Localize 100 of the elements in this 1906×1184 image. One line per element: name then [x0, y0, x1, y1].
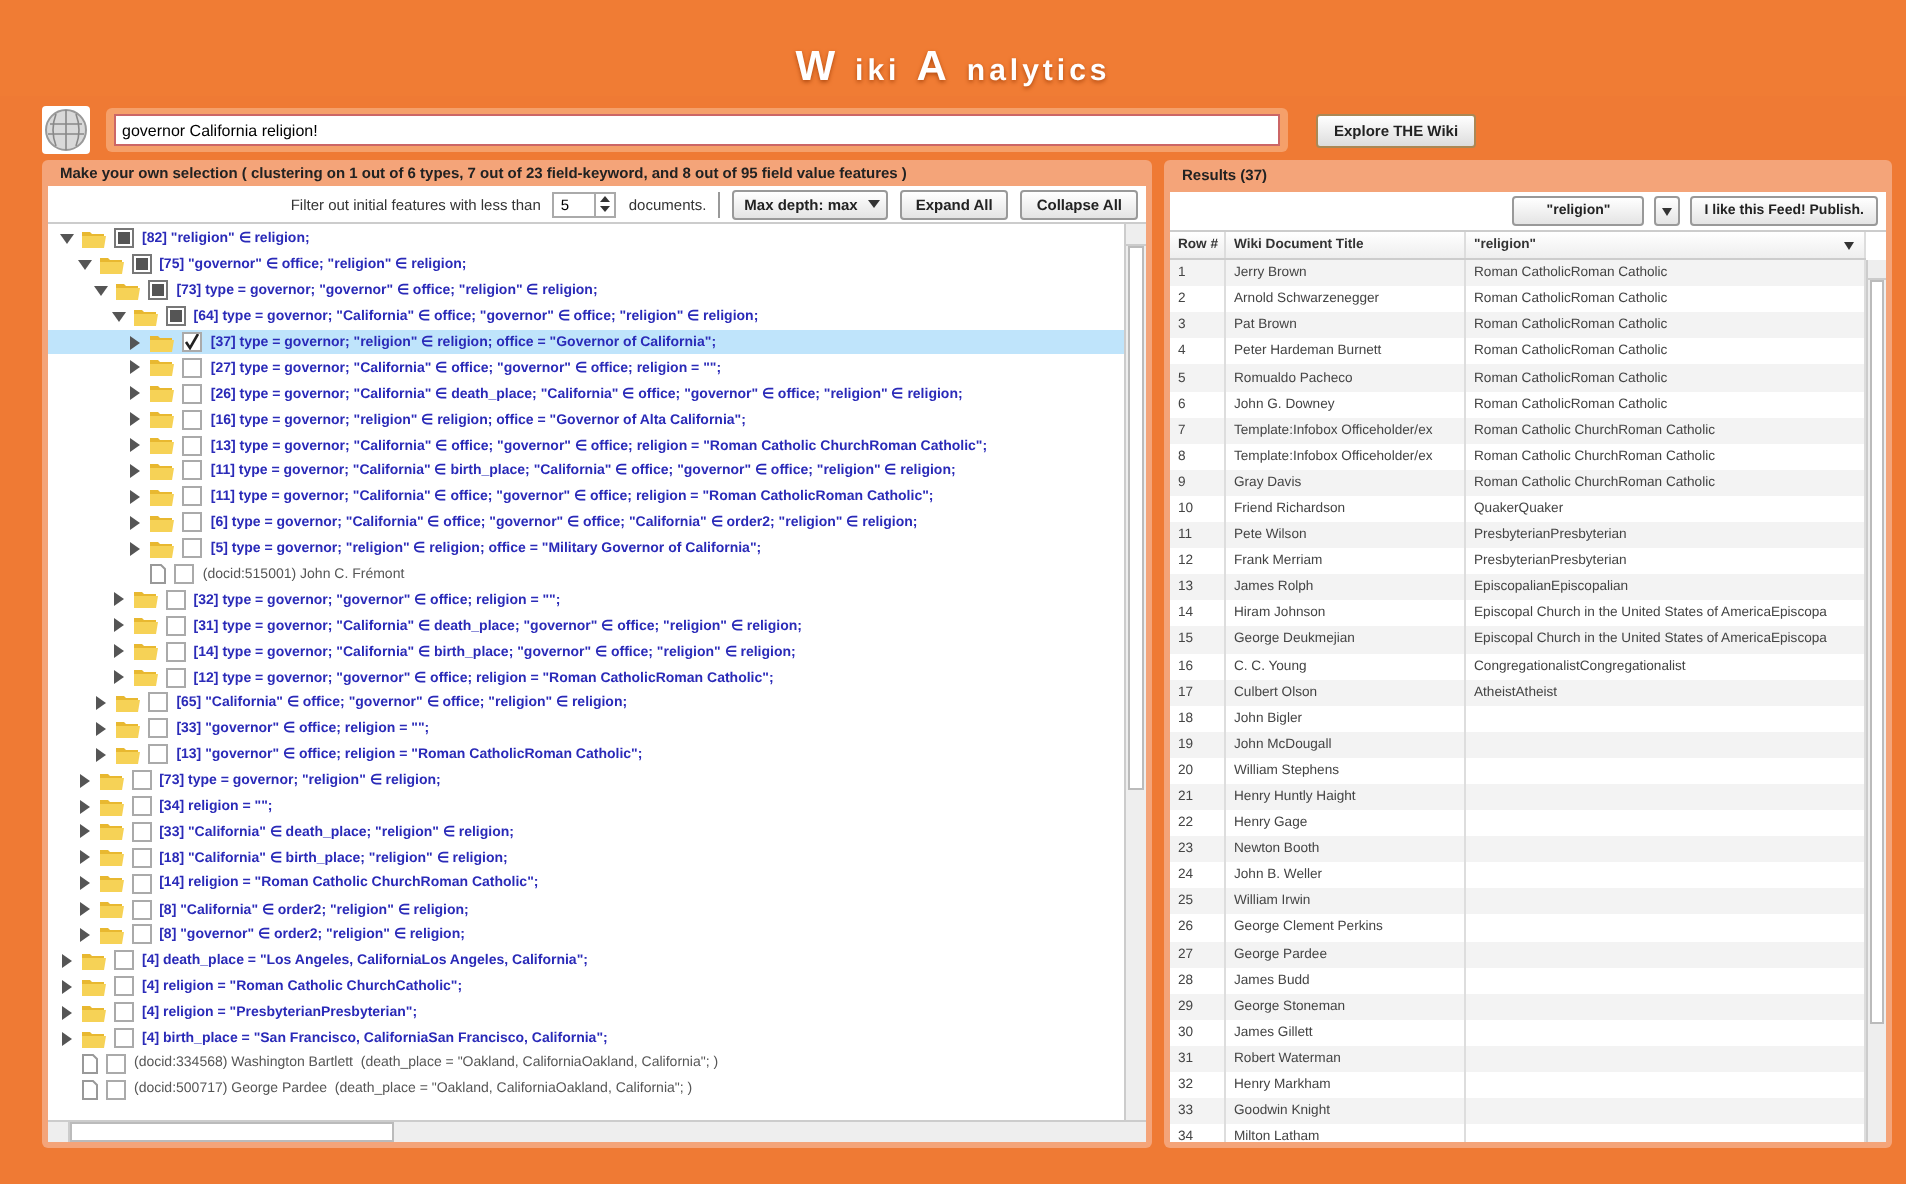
- checkbox[interactable]: [182, 486, 203, 507]
- checkbox[interactable]: [165, 667, 186, 688]
- folder-icon: [99, 255, 124, 274]
- expand-arrow-icon[interactable]: [94, 747, 109, 762]
- expand-arrow-icon[interactable]: [111, 670, 126, 685]
- checkbox[interactable]: [131, 899, 152, 920]
- expand-arrow-icon[interactable]: [128, 360, 143, 375]
- expand-arrow-icon[interactable]: [111, 592, 126, 607]
- checkbox[interactable]: [165, 641, 186, 662]
- checkbox[interactable]: [131, 254, 152, 275]
- expand-arrow-icon[interactable]: [128, 541, 143, 556]
- checkbox[interactable]: [148, 280, 169, 301]
- document-icon: [82, 1053, 98, 1074]
- expand-arrow-icon[interactable]: [77, 876, 92, 891]
- vertical-scrollbar[interactable]: [1124, 224, 1146, 1120]
- checkbox[interactable]: [131, 796, 152, 817]
- expand-arrow-icon[interactable]: [77, 927, 92, 942]
- expand-arrow-icon[interactable]: [94, 695, 109, 710]
- checkbox[interactable]: [182, 357, 203, 378]
- spin-up-icon[interactable]: [600, 195, 611, 202]
- checkbox[interactable]: [106, 1053, 126, 1074]
- expand-arrow-icon[interactable]: [128, 438, 143, 453]
- folder-icon: [150, 358, 175, 377]
- document-icon: [82, 1079, 98, 1100]
- expand-arrow-icon[interactable]: [77, 773, 92, 788]
- search-field[interactable]: governor California religion!: [114, 114, 1280, 146]
- expand-arrow-icon[interactable]: [128, 515, 143, 530]
- folder-icon: [133, 307, 158, 326]
- collapse-arrow-icon[interactable]: [94, 283, 109, 298]
- folder-icon: [99, 822, 124, 841]
- expand-arrow-icon[interactable]: [128, 489, 143, 504]
- expand-arrow-icon[interactable]: [77, 902, 92, 917]
- checkbox[interactable]: [165, 589, 186, 610]
- folder-icon: [150, 410, 175, 429]
- checkbox[interactable]: [114, 228, 134, 249]
- checkbox[interactable]: [114, 976, 134, 997]
- checkbox[interactable]: [182, 460, 203, 481]
- expand-arrow-icon[interactable]: [111, 644, 126, 659]
- folder-icon: [82, 1003, 106, 1022]
- checkbox[interactable]: [131, 770, 152, 791]
- dropdown-toggle[interactable]: [1654, 196, 1681, 226]
- checkbox[interactable]: [148, 744, 169, 765]
- horizontal-scrollbar[interactable]: [48, 1120, 1146, 1142]
- checkbox[interactable]: [182, 409, 203, 430]
- checkbox[interactable]: [174, 564, 195, 585]
- folder-icon: [150, 513, 175, 532]
- spin-down-icon[interactable]: [600, 206, 611, 213]
- expand-arrow-icon[interactable]: [77, 850, 92, 865]
- folder-icon: [82, 977, 106, 996]
- expand-arrow-icon[interactable]: [128, 463, 143, 478]
- collapse-arrow-icon[interactable]: [77, 257, 92, 272]
- expand-arrow-icon[interactable]: [60, 1031, 74, 1046]
- checkbox[interactable]: [131, 924, 152, 945]
- expand-arrow-icon[interactable]: [77, 799, 92, 814]
- folder-icon: [133, 668, 158, 687]
- folder-icon: [116, 719, 141, 738]
- expand-arrow-icon[interactable]: [60, 953, 74, 968]
- expand-arrow-icon[interactable]: [94, 721, 109, 736]
- spinner[interactable]: [596, 191, 617, 217]
- vertical-scrollbar[interactable]: [1866, 260, 1886, 1142]
- checkbox[interactable]: [182, 332, 203, 352]
- folder-icon: [150, 461, 175, 480]
- sort-caret-icon[interactable]: [1844, 241, 1854, 250]
- checkbox[interactable]: [114, 950, 134, 971]
- checkbox[interactable]: [165, 306, 186, 327]
- expand-arrow-icon[interactable]: [77, 824, 92, 839]
- expand-arrow-icon[interactable]: [60, 1005, 74, 1020]
- checkbox[interactable]: [114, 1028, 134, 1049]
- caret-icon: [1662, 207, 1673, 215]
- expand-arrow-icon[interactable]: [111, 618, 126, 633]
- checkbox[interactable]: [182, 435, 203, 456]
- collapse-arrow-icon[interactable]: [111, 309, 126, 324]
- checkbox[interactable]: [131, 821, 152, 842]
- checkbox[interactable]: [131, 873, 152, 894]
- checkbox[interactable]: [114, 1002, 134, 1023]
- collapse-arrow-icon[interactable]: [60, 231, 74, 246]
- expand-arrow-icon[interactable]: [128, 386, 143, 401]
- expand-arrow-icon[interactable]: [60, 979, 74, 994]
- checkbox[interactable]: [182, 538, 203, 559]
- expand-arrow-icon[interactable]: [128, 412, 143, 427]
- folder-icon: [82, 1029, 106, 1048]
- folder-icon: [99, 874, 124, 893]
- checkbox[interactable]: [148, 718, 169, 739]
- checkbox[interactable]: [131, 847, 152, 868]
- app-title: W iki A nalytics: [795, 44, 1111, 92]
- checkbox[interactable]: [148, 692, 169, 713]
- folder-icon: [82, 229, 106, 248]
- checkbox[interactable]: [165, 615, 186, 636]
- caret-icon: [867, 200, 880, 208]
- checkbox[interactable]: [182, 512, 203, 533]
- folder-icon: [116, 693, 141, 712]
- folder-icon: [133, 616, 158, 635]
- folder-icon: [99, 771, 124, 790]
- folder-icon: [150, 539, 175, 558]
- folder-icon: [99, 797, 124, 816]
- checkbox[interactable]: [182, 383, 203, 404]
- expand-arrow-icon[interactable]: [128, 335, 143, 349]
- folder-icon: [133, 642, 158, 661]
- checkbox[interactable]: [106, 1079, 126, 1100]
- folder-icon: [116, 281, 141, 300]
